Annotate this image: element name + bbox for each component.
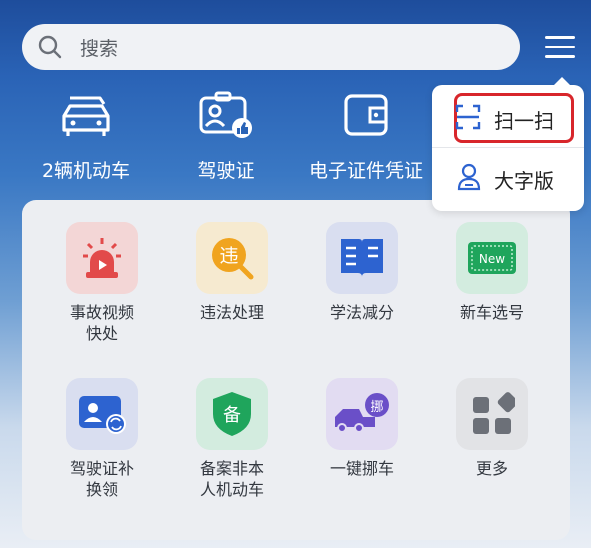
- service-violation[interactable]: 违 违法处理: [172, 222, 292, 323]
- shield-record-icon: 备: [213, 392, 251, 436]
- service-more[interactable]: 更多: [432, 378, 552, 479]
- service-label: 违法处理: [199, 303, 264, 322]
- wallet-icon: [334, 88, 398, 140]
- service-label: 更多: [475, 459, 508, 478]
- book-icon: [341, 239, 383, 277]
- dropdown-label: 扫一扫: [494, 108, 554, 133]
- license-renew-icon: [79, 396, 126, 434]
- service-tile: 违: [196, 222, 268, 294]
- service-tile: [326, 222, 398, 294]
- svg-text:备: 备: [223, 405, 241, 426]
- service-tile: 挪: [326, 378, 398, 450]
- dropdown-menu: 扫一扫 大字版: [432, 77, 584, 211]
- dropdown-label: 大字版: [494, 168, 554, 193]
- service-label: 新车选号: [459, 303, 524, 322]
- search-icon: [36, 33, 64, 61]
- search-bar[interactable]: 搜索: [22, 24, 520, 70]
- shortcut-label: 电子证件凭证: [308, 160, 423, 182]
- dropdown-item-scan[interactable]: 扫一扫: [432, 91, 584, 147]
- service-label: 事故视频 快处: [69, 303, 134, 343]
- shortcut-label: 2辆机动车: [41, 160, 131, 182]
- shortcut-label: 驾驶证: [197, 160, 255, 182]
- service-label: 备案非本 人机动车: [199, 459, 264, 499]
- service-tile: [66, 378, 138, 450]
- svg-text:违: 违: [219, 245, 238, 267]
- service-record-vehicle[interactable]: 备 备案非本 人机动车: [172, 378, 292, 500]
- service-label: 学法减分: [329, 303, 394, 322]
- move-car-icon: 挪: [335, 393, 389, 433]
- divider: [432, 147, 584, 148]
- service-license-renew[interactable]: 驾驶证补 换领: [42, 378, 162, 500]
- search-input[interactable]: 搜索: [80, 34, 118, 61]
- svg-text:New: New: [479, 252, 505, 266]
- person-icon: [456, 162, 482, 196]
- car-icon: [54, 88, 118, 140]
- service-tile: New: [456, 222, 528, 294]
- service-tile: [456, 378, 528, 450]
- services-card: 事故视频 快处 违 违法处理 学法减分 New 新车选号 驾驶证补 换领 备 备…: [22, 200, 570, 540]
- scan-icon: [454, 103, 482, 135]
- new-plate-icon: New: [468, 242, 516, 274]
- service-new-plate[interactable]: New 新车选号: [432, 222, 552, 323]
- shortcut-vehicles[interactable]: 2辆机动车: [16, 88, 156, 183]
- more-icon: [473, 392, 515, 434]
- alarm-light-icon: [83, 238, 121, 278]
- service-tile: 备: [196, 378, 268, 450]
- shortcut-row: 2辆机动车 驾驶证 电子证件凭证: [0, 88, 460, 188]
- dropdown-item-large-font[interactable]: 大字版: [432, 151, 584, 207]
- service-label: 驾驶证补 换领: [69, 459, 134, 499]
- service-study-points[interactable]: 学法减分: [302, 222, 422, 323]
- service-move-car[interactable]: 挪 一键挪车: [302, 378, 422, 479]
- service-label: 一键挪车: [329, 459, 394, 478]
- menu-icon[interactable]: [545, 36, 575, 60]
- svg-text:挪: 挪: [370, 400, 383, 415]
- service-accident-video[interactable]: 事故视频 快处: [42, 222, 162, 344]
- violation-icon: 违: [212, 238, 254, 280]
- shortcut-driver-license[interactable]: 驾驶证: [156, 88, 296, 183]
- driver-license-icon: [194, 88, 258, 140]
- service-tile: [66, 222, 138, 294]
- shortcut-e-certificate[interactable]: 电子证件凭证: [296, 88, 436, 183]
